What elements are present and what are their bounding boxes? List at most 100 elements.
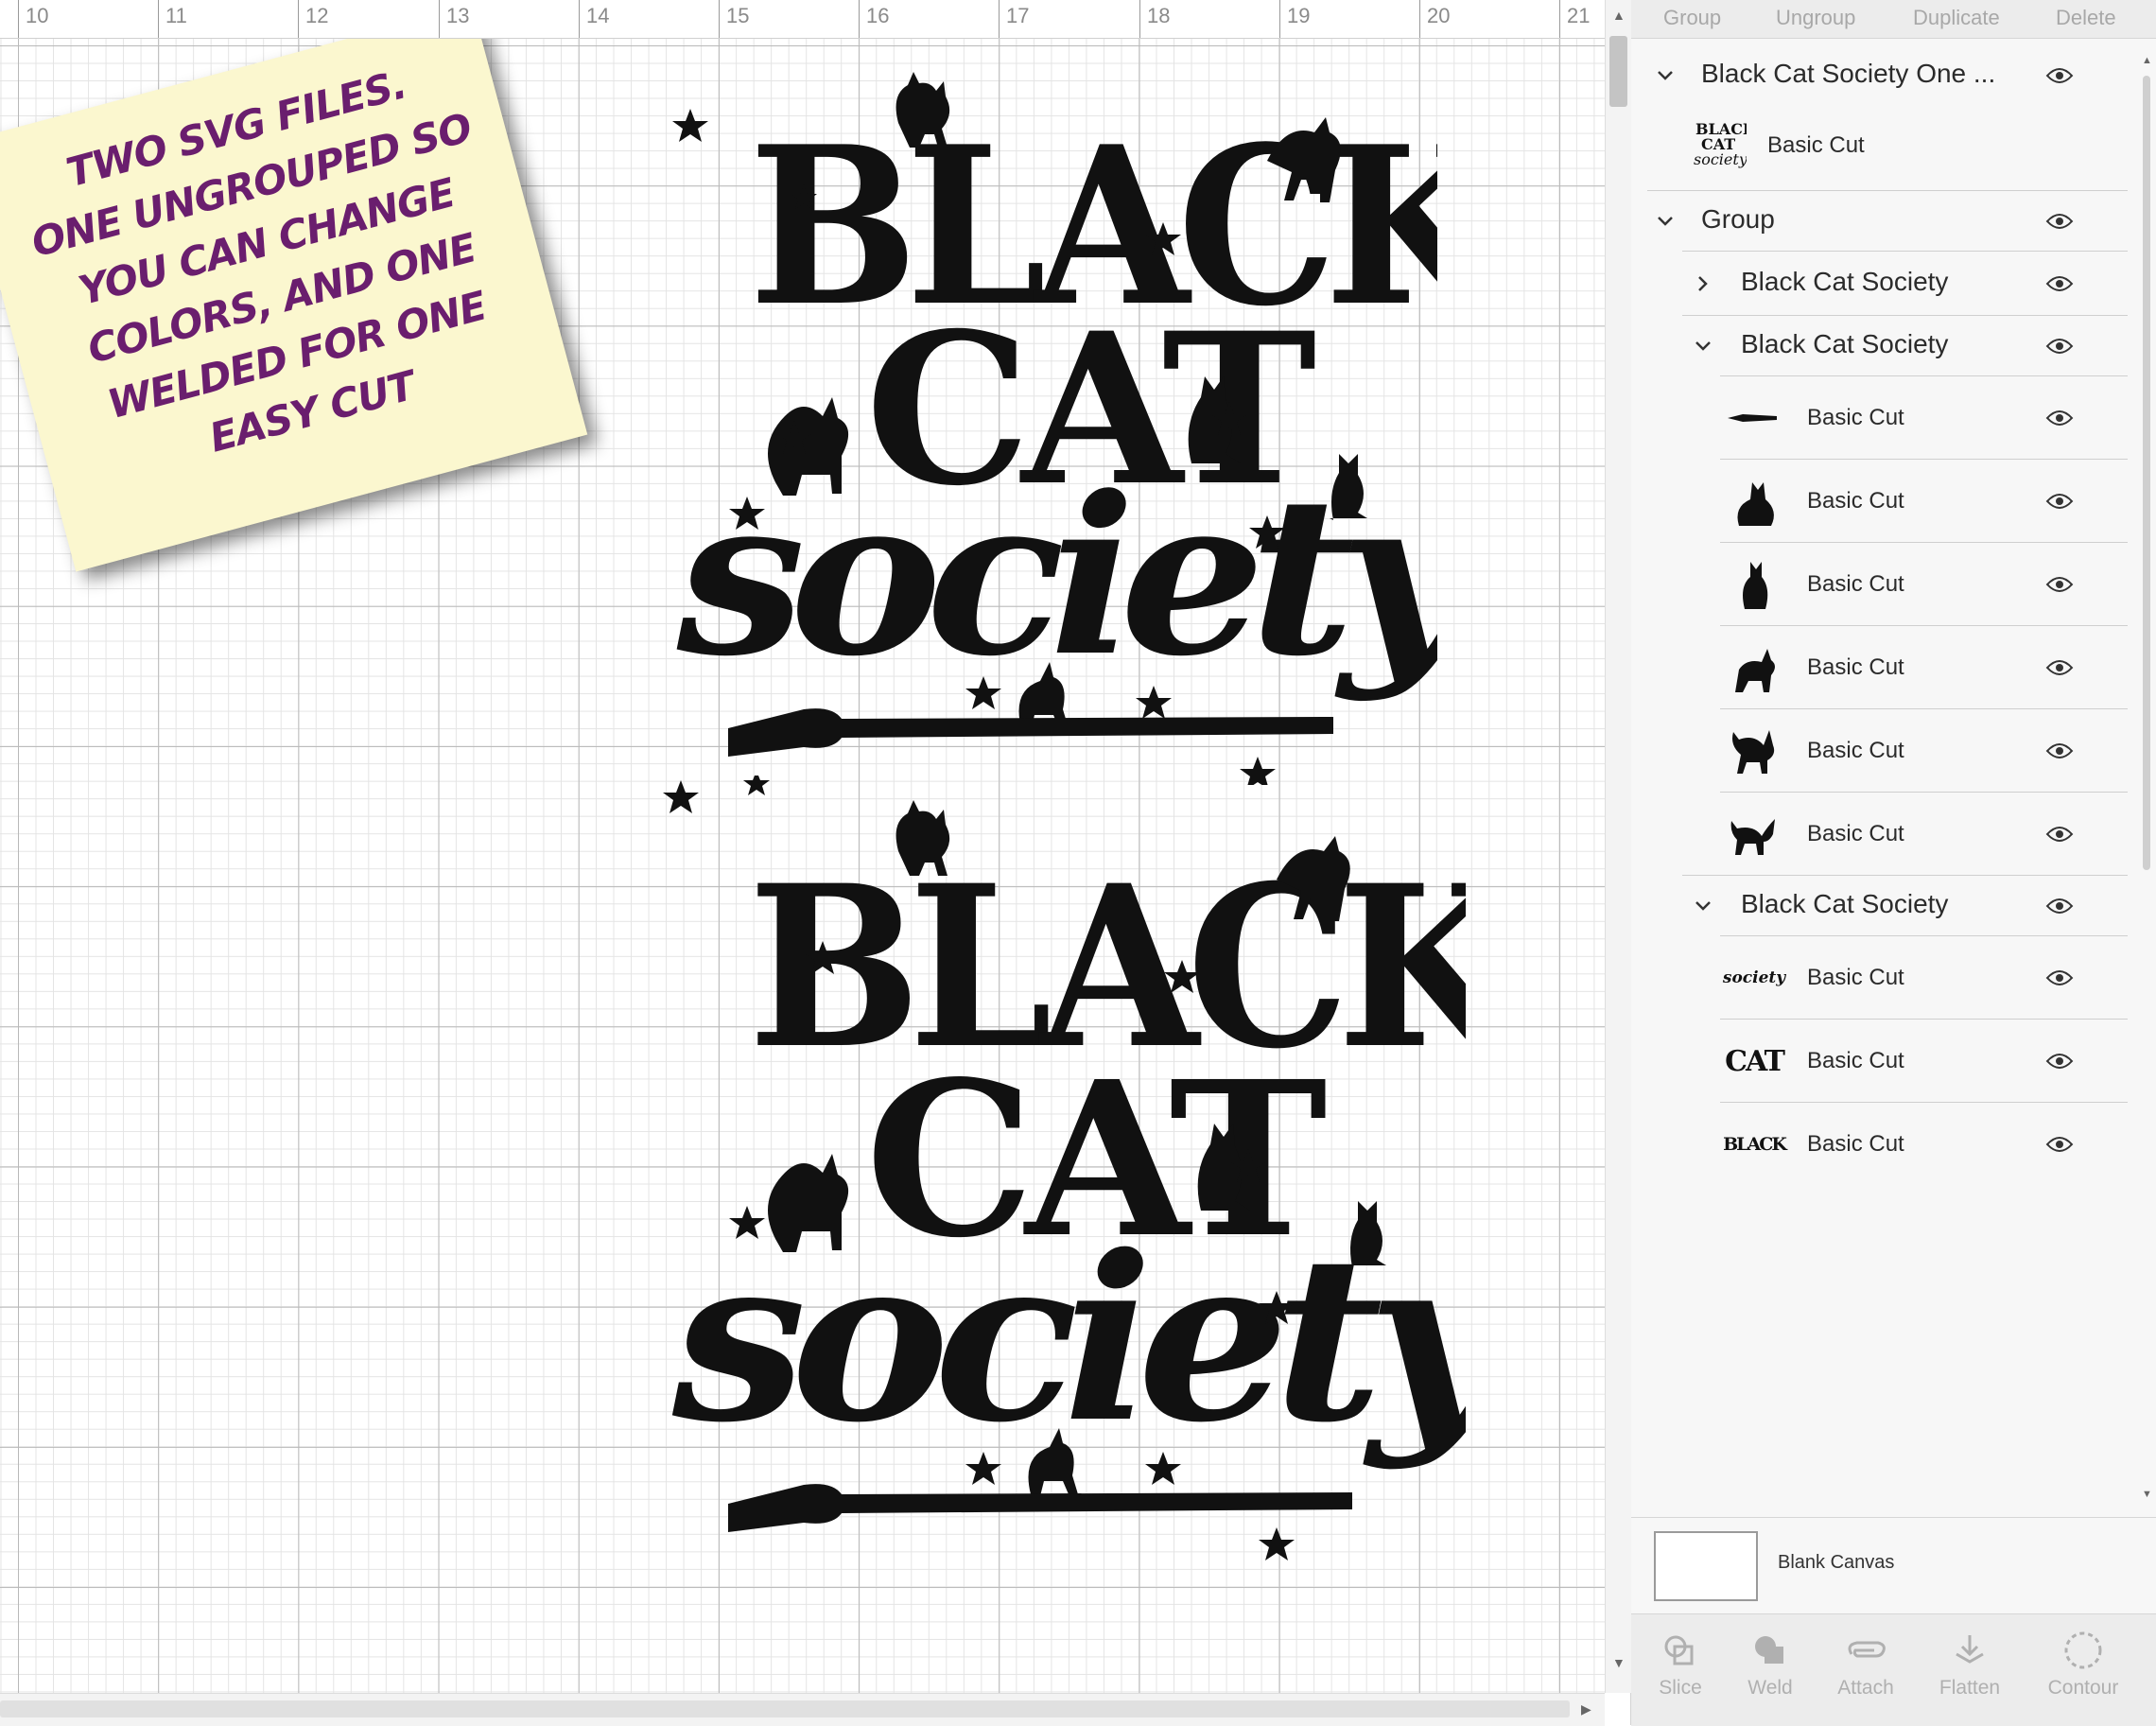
weld-icon bbox=[1723, 1624, 1817, 1677]
eye-icon[interactable] bbox=[2045, 1135, 2074, 1154]
design-canvas[interactable]: 10 11 12 13 14 15 16 17 18 19 20 21 TWO … bbox=[0, 0, 1605, 1725]
ruler-label: 13 bbox=[446, 4, 470, 27]
layer-thumbnail: BLACKCATsociety bbox=[1690, 113, 1747, 170]
layer-operation-label: Basic Cut bbox=[1807, 821, 1904, 846]
chevron-right-icon[interactable] bbox=[1692, 272, 1714, 295]
thumbnail-text: society bbox=[1722, 968, 1786, 987]
eye-icon[interactable] bbox=[2045, 492, 2074, 511]
layer-item[interactable]: Basic Cut bbox=[1631, 626, 2128, 709]
contour-label: Contour bbox=[2047, 1677, 2119, 1699]
flatten-icon bbox=[1922, 1624, 2017, 1677]
eye-icon[interactable] bbox=[2045, 337, 2074, 356]
ungroup-button[interactable]: Ungroup bbox=[1776, 6, 1855, 30]
chevron-down-icon[interactable] bbox=[1692, 335, 1714, 357]
canvas-vertical-scroll-thumb[interactable] bbox=[1609, 36, 1627, 107]
horizontal-ruler: 10 11 12 13 14 15 16 17 18 19 20 21 bbox=[0, 0, 1605, 39]
canvas-color-swatch[interactable] bbox=[1654, 1531, 1758, 1601]
scroll-right-arrow-icon[interactable]: ▶ bbox=[1581, 1701, 1591, 1717]
layer-item[interactable]: Basic Cut bbox=[1631, 460, 2128, 543]
canvas-horizontal-scrollbar[interactable]: ▶ bbox=[0, 1693, 1605, 1726]
layer-operation-label: Basic Cut bbox=[1807, 965, 1904, 990]
cat-thumbnail-icon bbox=[1726, 639, 1782, 696]
eye-icon[interactable] bbox=[2045, 968, 2074, 987]
flatten-button[interactable]: Flatten bbox=[1922, 1624, 2017, 1700]
star-shape bbox=[1259, 1527, 1295, 1560]
eye-icon[interactable] bbox=[2045, 658, 2074, 677]
eye-icon[interactable] bbox=[2045, 825, 2074, 844]
blank-canvas-label: Blank Canvas bbox=[1778, 1552, 1895, 1573]
delete-button[interactable]: Delete bbox=[2056, 6, 2116, 30]
eye-icon[interactable] bbox=[2045, 274, 2074, 293]
black-cat-society-artwork-bottom[interactable]: BLACK CAT society bbox=[652, 776, 1466, 1560]
thumbnail-text: BLACK bbox=[1723, 1134, 1787, 1155]
chevron-down-icon[interactable] bbox=[1654, 210, 1677, 233]
cat-thumbnail-icon bbox=[1726, 806, 1782, 863]
layer-operation-label: Basic Cut bbox=[1807, 488, 1904, 514]
chevron-down-icon[interactable] bbox=[1654, 64, 1677, 87]
ruler-label: 19 bbox=[1287, 4, 1311, 27]
layers-scroll-thumb[interactable] bbox=[2143, 76, 2150, 870]
eye-icon[interactable] bbox=[2045, 409, 2074, 427]
ruler-label: 10 bbox=[26, 4, 49, 27]
layer-operation-label: Basic Cut bbox=[1807, 1048, 1904, 1073]
layer-name[interactable]: Black Cat Society One ... bbox=[1701, 59, 1995, 89]
cat-thumbnail-icon bbox=[1726, 723, 1782, 779]
ruler-label: 14 bbox=[586, 4, 610, 27]
layer-operation-label: Basic Cut bbox=[1807, 654, 1904, 680]
scroll-up-arrow-icon[interactable]: ▲ bbox=[1612, 8, 1626, 23]
layers-panel: Group Ungroup Duplicate Delete Black Cat… bbox=[1630, 0, 2156, 1726]
canvas-vertical-scrollbar[interactable]: ▲ ▼ bbox=[1605, 0, 1631, 1693]
layer-group-black-cat-society-one[interactable]: Black Cat Society One ... BLACKCATsociet… bbox=[1631, 42, 2128, 191]
star-shape bbox=[672, 109, 708, 142]
blank-canvas-row[interactable]: Blank Canvas bbox=[1631, 1517, 2156, 1613]
eye-icon[interactable] bbox=[2045, 1052, 2074, 1071]
layer-subgroup-2[interactable]: Black Cat Society bbox=[1631, 316, 2128, 376]
contour-button[interactable]: Contour bbox=[2036, 1624, 2130, 1700]
eye-icon[interactable] bbox=[2045, 212, 2074, 231]
scroll-up-arrow-icon[interactable]: ▲ bbox=[2142, 55, 2152, 66]
layer-subgroup-3[interactable]: Black Cat Society bbox=[1631, 876, 2128, 936]
layer-name[interactable]: Black Cat Society bbox=[1741, 329, 1948, 359]
layer-item[interactable]: society Basic Cut bbox=[1631, 936, 2128, 1020]
attach-label: Attach bbox=[1837, 1677, 1894, 1699]
scroll-down-arrow-icon[interactable]: ▼ bbox=[1612, 1655, 1626, 1670]
layer-actions-bar: Slice Weld Attach Flatten Contour bbox=[1631, 1613, 2156, 1726]
attach-button[interactable]: Attach bbox=[1818, 1624, 1913, 1700]
layer-item[interactable]: CAT Basic Cut bbox=[1631, 1020, 2128, 1103]
eye-icon[interactable] bbox=[2045, 575, 2074, 594]
duplicate-button[interactable]: Duplicate bbox=[1913, 6, 2000, 30]
chevron-down-icon[interactable] bbox=[1692, 895, 1714, 917]
eye-icon[interactable] bbox=[2045, 66, 2074, 85]
eye-icon[interactable] bbox=[2045, 897, 2074, 915]
layer-operation-label: Basic Cut bbox=[1807, 571, 1904, 597]
slice-button[interactable]: Slice bbox=[1633, 1624, 1728, 1700]
scroll-down-arrow-icon[interactable]: ▼ bbox=[2142, 1489, 2152, 1500]
layer-operation-label: Basic Cut bbox=[1807, 1131, 1904, 1157]
ruler-label: 12 bbox=[305, 4, 329, 27]
cat-thumbnail-icon bbox=[1726, 556, 1782, 613]
contour-icon bbox=[2036, 1624, 2130, 1677]
layer-thumbnail: society bbox=[1722, 950, 1786, 1006]
broom-thumbnail-icon bbox=[1726, 390, 1782, 446]
layer-group[interactable]: Group bbox=[1631, 191, 2128, 252]
layer-item[interactable]: Basic Cut bbox=[1631, 543, 2128, 626]
layers-scrollbar[interactable]: ▲ ▼ bbox=[2136, 42, 2156, 1512]
layer-item[interactable]: Basic Cut bbox=[1631, 376, 2128, 460]
layer-item[interactable]: BLACK Basic Cut bbox=[1631, 1103, 2128, 1186]
layer-name[interactable]: Group bbox=[1701, 204, 1775, 235]
layer-subgroup-1[interactable]: Black Cat Society bbox=[1631, 252, 2128, 316]
black-cat-society-artwork-top[interactable]: BLACK CAT society bbox=[662, 47, 1437, 785]
eye-icon[interactable] bbox=[2045, 741, 2074, 760]
ruler-label: 16 bbox=[866, 4, 890, 27]
weld-button[interactable]: Weld bbox=[1723, 1624, 1817, 1700]
layer-name[interactable]: Black Cat Society bbox=[1741, 889, 1948, 919]
ruler-label: 20 bbox=[1427, 4, 1451, 27]
layer-item[interactable]: Basic Cut bbox=[1631, 793, 2128, 876]
layers-toolbar: Group Ungroup Duplicate Delete bbox=[1631, 0, 2156, 39]
layer-name[interactable]: Black Cat Society bbox=[1741, 267, 1948, 297]
ruler-label: 18 bbox=[1147, 4, 1171, 27]
layer-operation-label: Basic Cut bbox=[1807, 405, 1904, 430]
group-button[interactable]: Group bbox=[1663, 6, 1721, 30]
canvas-horizontal-scroll-thumb[interactable] bbox=[0, 1700, 1570, 1717]
layer-item[interactable]: Basic Cut bbox=[1631, 709, 2128, 793]
